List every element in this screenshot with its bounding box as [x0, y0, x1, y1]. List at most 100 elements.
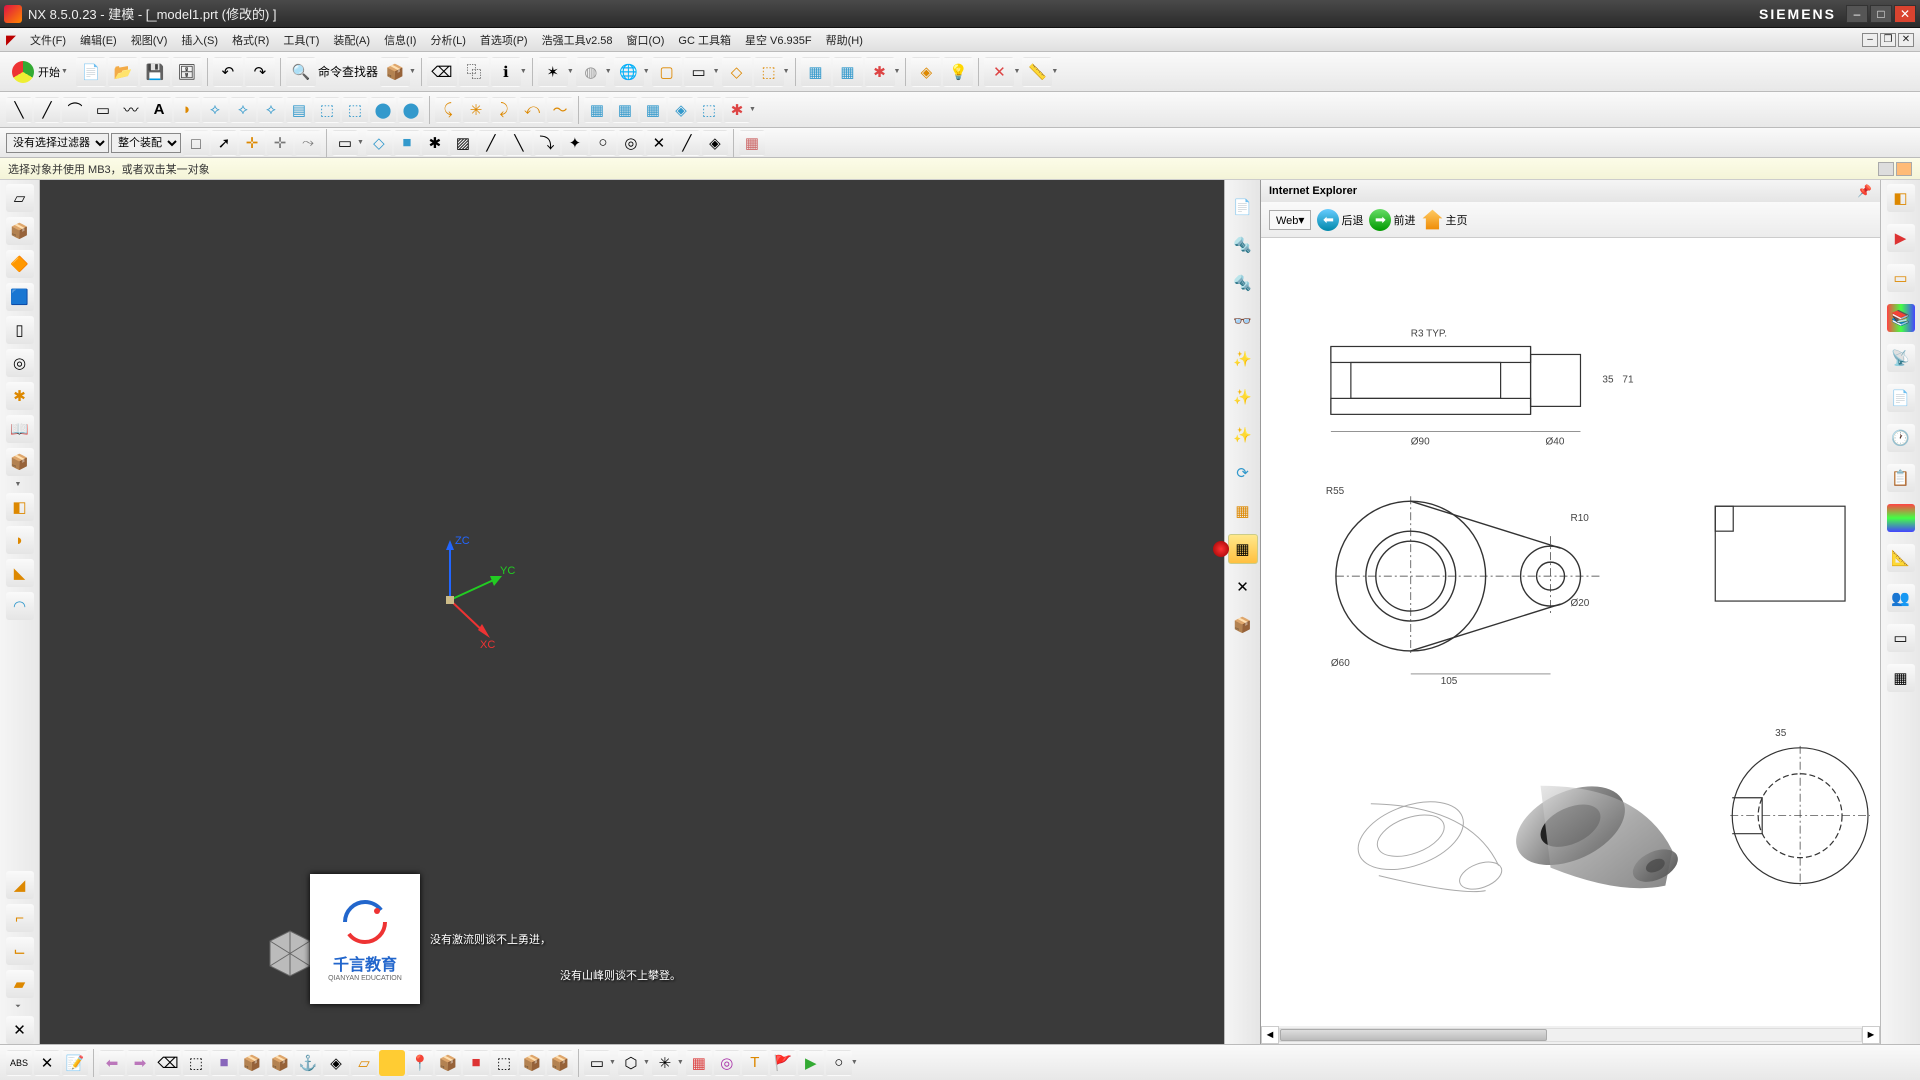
cube1-tool[interactable]: ⬚ [314, 97, 340, 123]
b-pin[interactable]: 📍 [407, 1050, 433, 1076]
draft-button[interactable]: ◗ [6, 526, 34, 554]
tool-copy[interactable]: ⿻ [459, 57, 489, 87]
view-mode-b[interactable] [1896, 162, 1912, 176]
b-grid[interactable]: ▦ [686, 1050, 712, 1076]
extrude-button[interactable]: 📦 [6, 217, 34, 245]
snap-slash[interactable]: ╱ [674, 130, 700, 156]
b-play[interactable]: ▶ [798, 1050, 824, 1076]
book-button[interactable]: 📖 [6, 415, 34, 443]
scroll-left-button[interactable]: ◄ [1261, 1026, 1279, 1044]
snap-cube1[interactable]: ◇ [366, 130, 392, 156]
b-rect[interactable]: ▭ [584, 1050, 610, 1076]
ie-home-button[interactable]: 主页 [1421, 209, 1467, 231]
tool-region[interactable]: ▭ [684, 57, 714, 87]
b-box2[interactable]: 📦 [519, 1050, 545, 1076]
menu-gc[interactable]: GC 工具箱 [678, 32, 731, 48]
snap-cube2[interactable]: ■ [394, 130, 420, 156]
table-button[interactable]: ▦ [739, 130, 765, 156]
cube2-tool[interactable]: ⬚ [342, 97, 368, 123]
open-file-button[interactable]: 📂 [108, 57, 138, 87]
fillet-button[interactable]: ◠ [6, 592, 34, 620]
snap-end[interactable]: ╱ [478, 130, 504, 156]
tool-eraser[interactable]: ⌫ [427, 57, 457, 87]
res-constraint[interactable]: 🔩 [1228, 268, 1258, 298]
curve1-tool[interactable]: ⤹ [435, 97, 461, 123]
chamfer-button[interactable]: ◣ [6, 559, 34, 587]
curve4-tool[interactable]: ⤺ [519, 97, 545, 123]
menu-hq[interactable]: 浩强工具v2.58 [542, 32, 613, 48]
r-tool-13[interactable]: ▦ [1887, 664, 1915, 692]
x-button[interactable]: ✕ [6, 1016, 34, 1044]
b-text[interactable]: T [742, 1050, 768, 1076]
menu-format[interactable]: 格式(R) [232, 32, 269, 48]
b-red[interactable]: ■ [463, 1050, 489, 1076]
b-box1[interactable]: 📦 [435, 1050, 461, 1076]
menu-window[interactable]: 窗口(O) [627, 32, 665, 48]
pattern-button[interactable]: ✱ [6, 382, 34, 410]
res-ie-button[interactable]: ▦ [1228, 534, 1258, 564]
new-file-button[interactable]: 📄 [76, 57, 106, 87]
save-button[interactable]: 💾 [140, 57, 170, 87]
doc-restore-button[interactable]: ❐ [1880, 33, 1896, 47]
tool-extrude[interactable]: ⬚ [754, 57, 784, 87]
tool-trim[interactable]: ◈ [911, 57, 941, 87]
r-tool-3[interactable]: ▭ [1887, 264, 1915, 292]
grid5-tool[interactable]: ⬚ [696, 97, 722, 123]
filter-select-1[interactable]: 没有选择过滤器 [6, 133, 109, 153]
b-note[interactable]: 📝 [62, 1050, 88, 1076]
r-tool-5[interactable]: 📡 [1887, 344, 1915, 372]
snap-cursor[interactable]: ◈ [702, 130, 728, 156]
tool-layer[interactable]: ▢ [652, 57, 682, 87]
revolve-button[interactable]: 🔶 [6, 250, 34, 278]
menu-file[interactable]: 文件(F) [30, 32, 66, 48]
start-button[interactable]: 开始▼ [6, 57, 74, 87]
grid3-tool[interactable]: ▦ [640, 97, 666, 123]
sel-tool-2[interactable]: ➚ [211, 130, 237, 156]
curve3-tool[interactable]: ⤸ [491, 97, 517, 123]
save-as-button[interactable]: 🗄 [172, 57, 202, 87]
menu-tools[interactable]: 工具(T) [283, 32, 319, 48]
b-cube3[interactable]: 📦 [239, 1050, 265, 1076]
menu-pref[interactable]: 首选项(P) [480, 32, 528, 48]
grid1-tool[interactable]: ▦ [584, 97, 610, 123]
chain2-tool[interactable]: ⟡ [230, 97, 256, 123]
sel-tool-4[interactable]: ✛ [267, 130, 293, 156]
graphics-viewport[interactable]: ZC YC XC 千言教育 QIANYAN EDUCATION 没有激流则谈不上… [40, 180, 1224, 1044]
b-hex[interactable]: ⬡ [618, 1050, 644, 1076]
sel-tool-1[interactable]: ◻ [183, 130, 209, 156]
r-tool-2[interactable]: ▶ [1887, 224, 1915, 252]
curve2-tool[interactable]: ✳ [463, 97, 489, 123]
r-tool-7[interactable]: 🕐 [1887, 424, 1915, 452]
tool-pmi1[interactable]: ▦ [801, 57, 831, 87]
res-tool3[interactable]: ✨ [1228, 420, 1258, 450]
b-cube2[interactable]: ■ [211, 1050, 237, 1076]
expand-icon[interactable]: ⏷ [15, 1003, 21, 1011]
ie-forward-button[interactable]: ➡前进 [1369, 209, 1415, 231]
tool-props[interactable]: ℹ [491, 57, 521, 87]
b-circle[interactable]: ○ [826, 1050, 852, 1076]
tool-measure[interactable]: ✕ [984, 57, 1014, 87]
menu-insert[interactable]: 插入(S) [181, 32, 218, 48]
sketch-plane-button[interactable]: ▱ [6, 184, 34, 212]
doc-minimize-button[interactable]: – [1862, 33, 1878, 47]
redo-button[interactable]: ↷ [245, 57, 275, 87]
b-next[interactable]: ➡ [127, 1050, 153, 1076]
res-asm-nav[interactable]: 🔩 [1228, 230, 1258, 260]
res-tool2[interactable]: ✨ [1228, 382, 1258, 412]
cyl1-tool[interactable]: ⬤ [370, 97, 396, 123]
r-tool-8[interactable]: 📋 [1887, 464, 1915, 492]
scroll-thumb[interactable] [1280, 1029, 1547, 1041]
maximize-button[interactable]: □ [1870, 5, 1892, 23]
b-erase[interactable]: ⌫ [155, 1050, 181, 1076]
r-tool-9[interactable] [1887, 504, 1915, 532]
hatch-tool[interactable]: ▤ [286, 97, 312, 123]
blend4-button[interactable]: ▰ [6, 970, 34, 998]
r-tool-11[interactable]: 👥 [1887, 584, 1915, 612]
text-tool[interactable]: A [146, 97, 172, 123]
snap-mid[interactable]: ╲ [506, 130, 532, 156]
b-diamond[interactable]: ◈ [323, 1050, 349, 1076]
menu-xk[interactable]: 星空 V6.935F [745, 32, 812, 48]
scroll-track[interactable] [1279, 1028, 1862, 1042]
b-anchor[interactable]: ⚓ [295, 1050, 321, 1076]
scroll-right-button[interactable]: ► [1862, 1026, 1880, 1044]
